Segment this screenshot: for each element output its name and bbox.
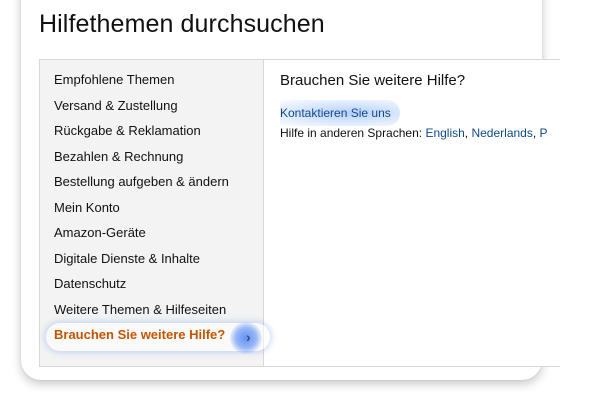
contact-us-link[interactable]: Kontaktieren Sie uns <box>280 106 391 120</box>
help-content: Brauchen Sie weitere Hilfe? Kontaktieren… <box>280 60 560 366</box>
help-topics-sidebar: Empfohlene Themen Versand & Zustellung R… <box>40 60 270 366</box>
sidebar-item-bezahlen-rechnung[interactable]: Bezahlen & Rechnung <box>54 149 183 164</box>
sidebar-item-weitere-hilfe[interactable]: Brauchen Sie weitere Hilfe? <box>54 327 225 342</box>
language-link-nederlands[interactable]: Nederlands <box>471 126 532 140</box>
language-link-english[interactable]: English <box>425 126 464 140</box>
sidebar-item-mein-konto[interactable]: Mein Konto <box>54 200 120 215</box>
sidebar-item-digitale-dienste[interactable]: Digitale Dienste & Inhalte <box>54 251 200 266</box>
content-heading: Brauchen Sie weitere Hilfe? <box>280 72 466 89</box>
chevron-right-icon[interactable]: › <box>246 329 251 345</box>
help-topics-panel: Empfohlene Themen Versand & Zustellung R… <box>39 59 560 367</box>
language-link-truncated[interactable]: P <box>540 126 548 140</box>
sidebar-item-bestellung-aufgeben[interactable]: Bestellung aufgeben & ändern <box>54 174 229 189</box>
other-languages-label: Hilfe in anderen Sprachen: <box>280 126 423 140</box>
page-title: Hilfethemen durchsuchen <box>39 10 325 38</box>
sidebar-item-versand-zustellung[interactable]: Versand & Zustellung <box>54 98 178 113</box>
sidebar-item-datenschutz[interactable]: Datenschutz <box>54 276 126 291</box>
sidebar-item-empfohlene-themen[interactable]: Empfohlene Themen <box>54 72 174 87</box>
sidebar-item-weitere-themen[interactable]: Weitere Themen & Hilfeseiten <box>54 302 226 317</box>
sidebar-item-rueckgabe-reklamation[interactable]: Rückgabe & Reklamation <box>54 123 201 138</box>
language-separator: , <box>532 126 540 140</box>
sidebar-item-amazon-geraete[interactable]: Amazon-Geräte <box>54 225 146 240</box>
other-languages-line: Hilfe in anderen Sprachen: English, Nede… <box>280 126 548 140</box>
